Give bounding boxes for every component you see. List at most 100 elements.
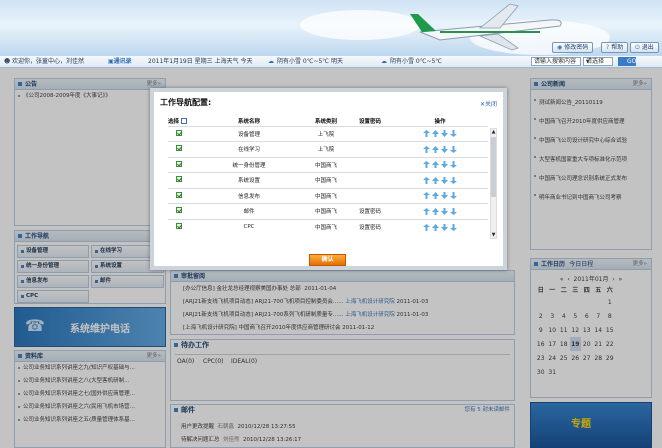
- move-down-icon[interactable]: [441, 145, 448, 153]
- info-bar: ☻ 欢迎你，张童中心，刘佳然 ▣ 通讯录 2011年1月19日 星期三 上海天气…: [0, 56, 662, 68]
- confirm-button[interactable]: 确认: [309, 254, 346, 266]
- move-top-icon[interactable]: [423, 130, 430, 138]
- row-checkbox[interactable]: [176, 191, 182, 198]
- search-go-button[interactable]: GO: [618, 57, 636, 66]
- row-select-cell: [168, 187, 194, 204]
- row-operations: [392, 203, 488, 219]
- help-label: 帮助: [611, 44, 624, 51]
- row-select-cell: [168, 172, 194, 188]
- row-operations: [392, 172, 488, 188]
- address-book-label: 通讯录: [113, 58, 132, 65]
- confirm-label: 确认: [321, 256, 334, 263]
- move-down-icon[interactable]: [441, 192, 448, 200]
- set-password-link[interactable]: [348, 125, 392, 142]
- set-password-link[interactable]: 设置密码: [348, 203, 392, 219]
- system-category: 中国商飞: [304, 187, 348, 204]
- col-select: 选择: [168, 116, 194, 126]
- nav-config-row: 在线学习 上飞院: [168, 141, 488, 157]
- move-down-icon[interactable]: [441, 161, 448, 169]
- search-scope-select[interactable]: 请选择 ▾: [583, 57, 613, 66]
- row-operations: [392, 141, 488, 157]
- move-bottom-icon[interactable]: [450, 161, 457, 169]
- table-scrollbar[interactable]: ▲ ▼: [490, 128, 497, 239]
- move-bottom-icon[interactable]: [450, 192, 457, 200]
- system-category: 上飞院: [304, 125, 348, 142]
- weather-today: 阴有小雪 0℃~5℃ 明天: [277, 58, 343, 65]
- move-up-icon[interactable]: [432, 176, 439, 184]
- move-bottom-icon[interactable]: [450, 130, 457, 138]
- move-down-icon[interactable]: [441, 223, 448, 231]
- scroll-up-arrow[interactable]: ▲: [491, 129, 496, 135]
- move-top-icon[interactable]: [423, 176, 430, 184]
- row-select-cell: [168, 125, 194, 142]
- row-checkbox[interactable]: [176, 160, 182, 167]
- row-select-cell: [168, 203, 194, 219]
- move-up-icon[interactable]: [432, 145, 439, 153]
- move-bottom-icon[interactable]: [450, 145, 457, 153]
- row-checkbox[interactable]: [176, 145, 182, 152]
- row-checkbox[interactable]: [176, 176, 182, 183]
- row-operations: [392, 125, 488, 142]
- row-checkbox[interactable]: [176, 207, 182, 214]
- dialog-title: 工作导航配置:: [160, 98, 212, 107]
- row-checkbox[interactable]: [176, 129, 182, 136]
- move-up-icon[interactable]: [432, 130, 439, 138]
- search-input[interactable]: 请输入搜索内容: [531, 57, 581, 66]
- search-scope-value: 请选择: [586, 58, 605, 65]
- move-up-icon[interactable]: [432, 207, 439, 215]
- move-bottom-icon[interactable]: [450, 176, 457, 184]
- user-icon: ☻: [4, 58, 11, 65]
- system-category: 中国商飞: [304, 172, 348, 188]
- row-operations: [392, 187, 488, 204]
- move-top-icon[interactable]: [423, 207, 430, 215]
- col-system-category: 系统类别: [314, 118, 337, 125]
- move-top-icon[interactable]: [423, 192, 430, 200]
- scrollbar-thumb[interactable]: [491, 137, 496, 197]
- select-all-checkbox[interactable]: [181, 118, 188, 125]
- airplane-logo: [410, 3, 562, 51]
- move-down-icon[interactable]: [441, 207, 448, 215]
- move-bottom-icon[interactable]: [450, 207, 457, 215]
- move-down-icon[interactable]: [441, 130, 448, 138]
- dialog-close-button[interactable]: ✕关闭: [480, 99, 497, 108]
- table-header-row: 选择 系统名称 系统类别 设置密码 操作: [168, 116, 488, 126]
- nav-config-row: 信息发布 中国商飞: [168, 187, 488, 204]
- set-password-link[interactable]: [348, 187, 392, 204]
- system-category: 中国商飞: [304, 218, 348, 235]
- weather-tomorrow: 阴有小雪 0℃~5℃: [390, 58, 443, 65]
- cloud-icon: ☁: [268, 58, 274, 65]
- move-up-icon[interactable]: [432, 161, 439, 169]
- row-checkbox[interactable]: [176, 223, 182, 229]
- logout-button[interactable]: ⏻ 退出: [630, 42, 659, 53]
- date-weather-text: 2011年1月19日 星期三 上海天气 今天: [148, 58, 253, 65]
- move-up-icon[interactable]: [432, 192, 439, 200]
- move-up-icon[interactable]: [432, 223, 439, 231]
- move-top-icon[interactable]: [423, 145, 430, 153]
- set-password-link[interactable]: [348, 141, 392, 157]
- search-placeholder: 请输入搜索内容: [534, 58, 577, 65]
- exit-icon: ⏻: [635, 44, 640, 51]
- nav-config-row: 统一身份管理 中国商飞: [168, 156, 488, 173]
- row-select-cell: [168, 218, 194, 235]
- set-password-link[interactable]: [348, 172, 392, 188]
- header-banner: ◉ 修改密码 ? 帮助 ⏻ 退出: [0, 0, 662, 56]
- scroll-down-arrow[interactable]: ▼: [491, 232, 496, 238]
- change-password-label: 修改密码: [564, 44, 589, 51]
- move-down-icon[interactable]: [441, 176, 448, 184]
- address-book-link[interactable]: ▣ 通讯录: [108, 56, 132, 68]
- col-operation: 操作: [434, 118, 446, 125]
- welcome-text: 欢迎你，张童中心，刘佳然: [12, 58, 85, 65]
- system-name: 在线学习: [194, 141, 304, 157]
- move-top-icon[interactable]: [423, 223, 430, 231]
- change-password-button[interactable]: ◉ 修改密码: [552, 42, 594, 53]
- system-name: 系统设置: [194, 172, 304, 188]
- system-category: 上飞院: [304, 141, 348, 157]
- move-bottom-icon[interactable]: [450, 223, 457, 231]
- set-password-link[interactable]: 设置密码: [348, 218, 392, 235]
- help-button[interactable]: ? 帮助: [601, 42, 629, 53]
- go-label: GO: [627, 58, 637, 65]
- set-password-link[interactable]: [348, 156, 392, 173]
- nav-config-row: 系统设置 中国商飞: [168, 172, 488, 188]
- nav-config-row: 邮件 中国商飞 设置密码: [168, 203, 488, 219]
- move-top-icon[interactable]: [423, 161, 430, 169]
